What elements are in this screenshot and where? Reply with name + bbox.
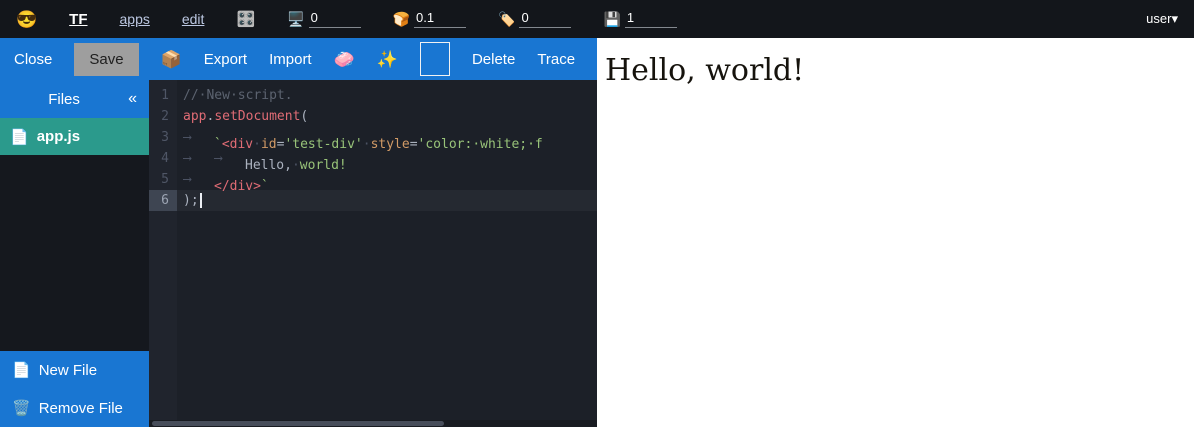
tab-whitespace-marker: ⟶ bbox=[183, 148, 214, 169]
tag-stat: 🏷️ 0 bbox=[498, 10, 571, 28]
trash-icon: 🗑️ bbox=[12, 399, 31, 417]
code-line-1[interactable]: //·New·script. bbox=[177, 85, 597, 106]
user-menu[interactable]: user▾ bbox=[1146, 11, 1178, 27]
line-number-4: 4 bbox=[149, 148, 177, 169]
code-token: · bbox=[292, 158, 300, 173]
collapse-sidebar-button[interactable]: « bbox=[128, 90, 149, 108]
code-token: · bbox=[363, 137, 371, 152]
remove-file-button[interactable]: 🗑️ Remove File bbox=[0, 389, 149, 427]
text-cursor bbox=[200, 193, 202, 208]
user-menu-label: user bbox=[1146, 11, 1171, 26]
editor-code-area[interactable]: //·New·script. app.setDocument(⟶`<div·id=… bbox=[177, 80, 597, 427]
save-button[interactable]: Save bbox=[74, 43, 138, 76]
bread-icon: 🍞 bbox=[393, 11, 410, 28]
blank-icon-button[interactable] bbox=[420, 42, 450, 76]
trace-button[interactable]: Trace bbox=[537, 51, 575, 68]
close-button[interactable]: Close bbox=[14, 51, 52, 68]
floppy-stat-input[interactable]: 1 bbox=[625, 10, 677, 28]
tab-whitespace-marker: ⟶ bbox=[214, 148, 245, 169]
main-area: Close Save 📦 Export Import 🧼 ✨ Delete Tr… bbox=[0, 38, 1194, 427]
editor-toolbar: Close Save 📦 Export Import 🧼 ✨ Delete Tr… bbox=[0, 38, 597, 80]
bread-stat: 🍞 0.1 bbox=[393, 10, 466, 28]
code-token: ); bbox=[183, 193, 199, 208]
code-token: app bbox=[183, 109, 206, 124]
tag-icon: 🏷️ bbox=[498, 11, 515, 28]
sidebar-spacer bbox=[0, 155, 149, 351]
topbar: 😎 TF apps edit 🎛️ 🖥️ 0 🍞 0.1 🏷️ 0 💾 1 us… bbox=[0, 0, 1194, 38]
line-number-5: 5 bbox=[149, 169, 177, 190]
app-window: 😎 TF apps edit 🎛️ 🖥️ 0 🍞 0.1 🏷️ 0 💾 1 us… bbox=[0, 0, 1194, 427]
sparkles-icon[interactable]: ✨ bbox=[377, 51, 398, 68]
code-token: world! bbox=[300, 158, 347, 173]
horizontal-scrollbar-thumb[interactable] bbox=[152, 421, 444, 426]
floppy-icon: 💾 bbox=[603, 11, 620, 28]
files-sidebar: Files « 📄 app.js 📄 New File 🗑️ Remov bbox=[0, 80, 149, 427]
code-token: setDocument bbox=[214, 109, 300, 124]
code-token: //·New·script. bbox=[183, 88, 293, 103]
package-icon[interactable]: 📦 bbox=[161, 51, 182, 68]
bread-stat-input[interactable]: 0.1 bbox=[414, 10, 466, 28]
monitor-stat: 🖥️ 0 bbox=[287, 10, 360, 28]
new-file-icon: 📄 bbox=[12, 361, 31, 379]
workspace: Files « 📄 app.js 📄 New File 🗑️ Remov bbox=[0, 80, 597, 427]
files-header: Files « bbox=[0, 80, 149, 118]
preview-text: Hello, world! bbox=[605, 53, 1186, 88]
line-number-6: 6 bbox=[149, 190, 177, 211]
soap-clean-icon[interactable]: 🧼 bbox=[334, 51, 355, 68]
code-line-2[interactable]: app.setDocument( bbox=[177, 106, 597, 127]
controls-icon[interactable]: 🎛️ bbox=[236, 10, 255, 28]
floppy-stat: 💾 1 bbox=[603, 10, 676, 28]
line-number-3: 3 bbox=[149, 127, 177, 148]
code-token: 'color:·white;·f bbox=[418, 137, 543, 152]
line-number-2: 2 bbox=[149, 106, 177, 127]
new-file-button[interactable]: 📄 New File bbox=[0, 351, 149, 389]
code-token: ( bbox=[300, 109, 308, 124]
code-line-3[interactable]: ⟶`<div·id='test-div'·style='color:·white… bbox=[177, 127, 597, 148]
export-button[interactable]: Export bbox=[204, 51, 247, 68]
monitor-stat-input[interactable]: 0 bbox=[309, 10, 361, 28]
monitor-icon: 🖥️ bbox=[287, 11, 304, 28]
file-name-label: app.js bbox=[37, 128, 80, 145]
import-button[interactable]: Import bbox=[269, 51, 312, 68]
editor-gutter: 123456 bbox=[149, 80, 177, 427]
delete-button[interactable]: Delete bbox=[472, 51, 515, 68]
code-token: = bbox=[410, 137, 418, 152]
editor-pane: Close Save 📦 Export Import 🧼 ✨ Delete Tr… bbox=[0, 38, 597, 427]
preview-pane: Hello, world! bbox=[597, 38, 1194, 427]
code-line-5[interactable]: ⟶</div>` bbox=[177, 169, 597, 190]
file-icon: 📄 bbox=[10, 128, 29, 146]
chevron-down-icon: ▾ bbox=[1171, 11, 1178, 26]
line-number-1: 1 bbox=[149, 85, 177, 106]
code-token: style bbox=[371, 137, 410, 152]
tab-whitespace-marker: ⟶ bbox=[183, 169, 214, 190]
new-file-label: New File bbox=[39, 362, 97, 379]
file-item-appjs[interactable]: 📄 app.js bbox=[0, 118, 149, 155]
nav-link-apps[interactable]: apps bbox=[120, 11, 150, 27]
tab-whitespace-marker: ⟶ bbox=[183, 127, 214, 148]
files-header-label: Files bbox=[0, 91, 128, 108]
smiley-logo-icon: 😎 bbox=[16, 11, 37, 28]
code-token: </div> bbox=[214, 179, 261, 194]
brand-link[interactable]: TF bbox=[69, 11, 87, 28]
code-editor: 123456 //·New·script.app.setDocument(⟶`<… bbox=[149, 80, 597, 427]
code-token: ` bbox=[261, 179, 269, 194]
nav-link-edit[interactable]: edit bbox=[182, 11, 205, 27]
tag-stat-input[interactable]: 0 bbox=[519, 10, 571, 28]
remove-file-label: Remove File bbox=[39, 400, 123, 417]
